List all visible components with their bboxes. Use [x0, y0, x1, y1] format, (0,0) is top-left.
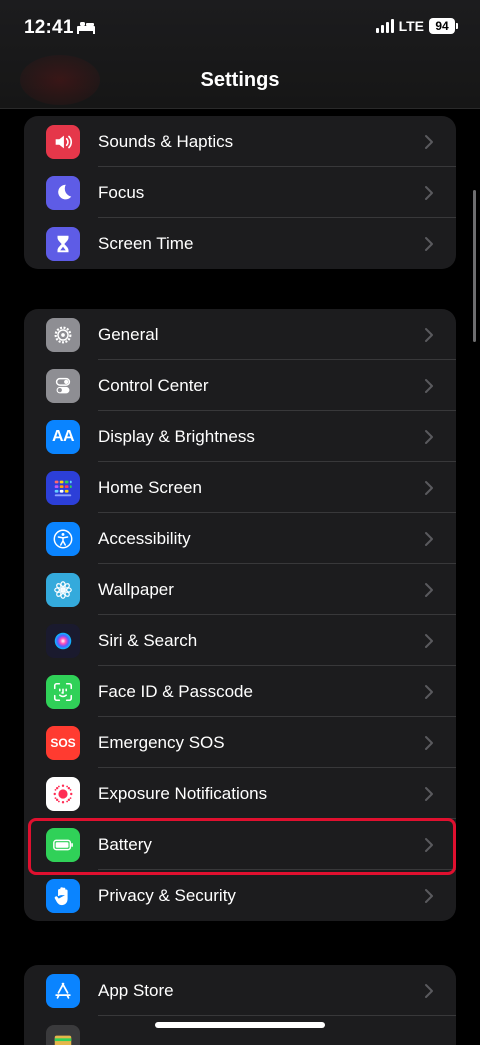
row-control-center[interactable]: Control Center [24, 360, 456, 411]
row-label: Face ID & Passcode [98, 682, 253, 702]
row-exposure-notifications[interactable]: Exposure Notifications [24, 768, 456, 819]
chevron-right-icon [424, 429, 434, 445]
wallet-icon [52, 1031, 74, 1045]
row-next-partial[interactable] [24, 1016, 456, 1045]
siri-icon [52, 630, 74, 652]
app-store-icon [52, 980, 74, 1002]
row-label: Screen Time [98, 234, 193, 254]
app-store-icon-tile [46, 974, 80, 1008]
chevron-right-icon [424, 837, 434, 853]
chevron-right-icon [424, 582, 434, 598]
hand-icon [52, 885, 74, 907]
row-label: Focus [98, 183, 144, 203]
battery-status-icon: 94 [429, 18, 458, 34]
row-label: Privacy & Security [98, 886, 236, 906]
row-label: Exposure Notifications [98, 784, 267, 804]
battery-icon [52, 834, 74, 856]
row-emergency-sos[interactable]: SOS Emergency SOS [24, 717, 456, 768]
moon-icon [52, 182, 74, 204]
control-center-icon-tile [46, 369, 80, 403]
face-id-passcode-icon-tile [46, 675, 80, 709]
gear-icon [52, 324, 74, 346]
accessibility-icon [52, 528, 74, 550]
home-indicator[interactable] [155, 1022, 325, 1028]
row-label: Wallpaper [98, 580, 174, 600]
settings-group-2: General Control Center AA Display & Brig… [24, 309, 456, 921]
row-accessibility[interactable]: Accessibility [24, 513, 456, 564]
wallet-icon-tile [46, 1025, 80, 1045]
wallpaper-icon-tile [46, 573, 80, 607]
exposure-notifications-icon-tile [46, 777, 80, 811]
row-home-screen[interactable]: Home Screen [24, 462, 456, 513]
chevron-right-icon [424, 735, 434, 751]
chevron-right-icon [424, 327, 434, 343]
chevron-right-icon [424, 888, 434, 904]
row-screen-time[interactable]: Screen Time [24, 218, 456, 269]
siri-search-icon-tile [46, 624, 80, 658]
row-label: Emergency SOS [98, 733, 225, 753]
page-title: Settings [0, 69, 480, 92]
row-battery[interactable]: Battery [24, 819, 456, 870]
chevron-right-icon [424, 633, 434, 649]
row-focus[interactable]: Focus [24, 167, 456, 218]
row-label: Home Screen [98, 478, 202, 498]
text-size-icon: AA [52, 428, 74, 446]
accessibility-icon-tile [46, 522, 80, 556]
network-type: LTE [399, 18, 424, 34]
row-label: Display & Brightness [98, 427, 255, 447]
bed-icon [76, 20, 96, 34]
exposure-icon [52, 783, 74, 805]
row-sounds-haptics[interactable]: Sounds & Haptics [24, 116, 456, 167]
battery-icon-tile [46, 828, 80, 862]
sounds-haptics-icon-tile [46, 125, 80, 159]
chevron-right-icon [424, 983, 434, 999]
chevron-right-icon [424, 786, 434, 802]
chevron-right-icon [424, 531, 434, 547]
privacy-security-icon-tile [46, 879, 80, 913]
row-wallpaper[interactable]: Wallpaper [24, 564, 456, 615]
status-bar: 12:41 LTE 94 [0, 0, 480, 56]
chevron-right-icon [424, 236, 434, 252]
speaker-icon [52, 131, 74, 153]
chevron-right-icon [424, 480, 434, 496]
row-siri-search[interactable]: Siri & Search [24, 615, 456, 666]
status-indicators: LTE 94 [376, 18, 458, 34]
row-label: App Store [98, 981, 174, 1001]
hourglass-icon [52, 233, 74, 255]
battery-level: 94 [429, 18, 455, 34]
focus-icon-tile [46, 176, 80, 210]
chevron-right-icon [424, 134, 434, 150]
cellular-signal-icon [376, 19, 394, 33]
row-label: Sounds & Haptics [98, 132, 233, 152]
row-privacy-security[interactable]: Privacy & Security [24, 870, 456, 921]
face-id-icon [52, 681, 74, 703]
row-label: General [98, 325, 158, 345]
row-label: Accessibility [98, 529, 191, 549]
screen-time-icon-tile [46, 227, 80, 261]
row-label: Control Center [98, 376, 209, 396]
toggles-icon [52, 375, 74, 397]
row-display-brightness[interactable]: AA Display & Brightness [24, 411, 456, 462]
chevron-right-icon [424, 185, 434, 201]
status-time: 12:41 [24, 17, 74, 39]
display-brightness-icon-tile: AA [46, 420, 80, 454]
chevron-right-icon [424, 684, 434, 700]
row-label: Battery [98, 835, 152, 855]
sos-icon: SOS [50, 736, 75, 750]
home-screen-icon-tile [46, 471, 80, 505]
chevron-right-icon [424, 378, 434, 394]
emergency-sos-icon-tile: SOS [46, 726, 80, 760]
general-icon-tile [46, 318, 80, 352]
settings-group-3: App Store [24, 965, 456, 1045]
app-grid-icon [52, 477, 74, 499]
row-face-id-passcode[interactable]: Face ID & Passcode [24, 666, 456, 717]
settings-group-1: Sounds & Haptics Focus Screen Time [24, 116, 456, 269]
scroll-indicator[interactable] [473, 190, 476, 342]
row-app-store[interactable]: App Store [24, 965, 456, 1016]
row-label: Siri & Search [98, 631, 197, 651]
row-general[interactable]: General [24, 309, 456, 360]
flower-icon [52, 579, 74, 601]
